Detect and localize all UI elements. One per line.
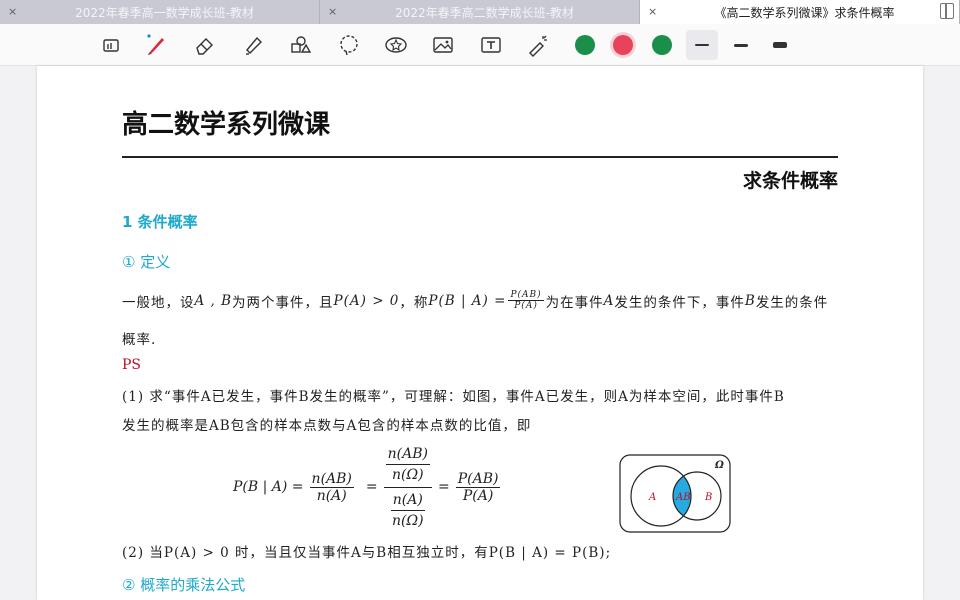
denominator: n(Ω) <box>392 512 424 529</box>
highlighter-icon[interactable] <box>238 30 268 60</box>
screen-icon[interactable] <box>96 30 126 60</box>
numerator: P(AB) <box>455 470 501 488</box>
numerator: n(AB) <box>385 444 430 465</box>
definition-fraction: P(AB) P(A) <box>508 290 544 311</box>
subsection-multiplication-rule: ② 概率的乘法公式 <box>122 576 246 594</box>
text: 为两个事件，且 <box>232 294 334 311</box>
text-icon[interactable] <box>476 30 506 60</box>
ps-label: PS <box>122 357 142 373</box>
tab-bar: × 2022年春季高一数学成长班-教材 × 2022年春季高二数学成长班-教材 … <box>0 0 960 24</box>
a-label: A <box>648 492 656 503</box>
eraser-icon[interactable] <box>190 30 220 60</box>
definition-line-2: 概率. <box>122 332 157 348</box>
numerator: n(A) <box>390 490 425 511</box>
note-1-line-2: 发生的概率是AB包含的样本点数与A包含的样本点数的比值，即 <box>122 418 532 434</box>
subsection-definition: ① 定义 <box>122 253 171 271</box>
tab-title: 2022年春季高一数学成长班-教材 <box>75 5 254 20</box>
ab-label: AB <box>675 492 691 503</box>
omega-label: Ω <box>714 460 724 471</box>
numerator: n(AB) <box>309 470 354 488</box>
venn-diagram: Ω A AB B <box>619 454 731 533</box>
annotation-toolbar <box>0 24 960 66</box>
math-B: B <box>744 292 756 309</box>
image-icon[interactable] <box>428 30 458 60</box>
math-A: A <box>603 292 615 309</box>
b-label: B <box>704 492 712 503</box>
shapes-icon[interactable] <box>285 30 315 60</box>
color-green-swatch[interactable] <box>575 35 595 55</box>
equals-sign: = <box>365 479 378 495</box>
close-icon[interactable]: × <box>648 5 657 18</box>
text: 为在事件 <box>545 294 604 311</box>
compound-denominator: n(A) n(Ω) <box>388 488 428 533</box>
page-title: 高二数学系列微课 <box>122 110 331 140</box>
pen-icon[interactable] <box>141 30 171 60</box>
conditional-probability-formula: P(B | A) = n(AB) n(A) = n(AB) n(Ω) n(A) … <box>233 442 501 533</box>
stroke-thick-button[interactable] <box>764 30 796 60</box>
text: ，称 <box>399 294 429 311</box>
sidebar-toggle-icon[interactable] <box>940 3 954 19</box>
sticker-icon[interactable] <box>381 30 411 60</box>
tab-title: 《高二数学系列微课》求条件概率 <box>714 5 895 20</box>
formula-probability-ratio: P(AB) P(A) <box>455 470 501 504</box>
formula-count-ratio: n(AB) n(A) <box>309 470 354 504</box>
tab-grade11[interactable]: × 2022年春季高二数学成长班-教材 <box>320 0 640 24</box>
inner-fraction-top: n(AB) n(Ω) <box>385 444 430 485</box>
tab-grade10[interactable]: × 2022年春季高一数学成长班-教材 <box>0 0 320 24</box>
text: 一般地，设 <box>122 294 195 311</box>
title-rule <box>122 156 838 158</box>
note-2: (2) 当P(A) > 0 时，当且仅当事件A与B相互独立时，有P(B | A)… <box>122 545 612 561</box>
stroke-medium-button[interactable] <box>725 30 757 60</box>
text: 发生的条件 <box>755 294 829 311</box>
equals-sign: = <box>437 479 450 495</box>
close-icon[interactable]: × <box>328 5 337 18</box>
denominator: n(A) <box>316 487 347 504</box>
math-AB: A , B <box>194 292 233 309</box>
tab-title: 2022年春季高二数学成长班-教材 <box>395 5 574 20</box>
formula-compound-fraction: n(AB) n(Ω) n(A) n(Ω) <box>383 442 432 533</box>
compound-numerator: n(AB) n(Ω) <box>383 442 432 488</box>
laser-pointer-icon[interactable] <box>523 30 553 60</box>
fraction-numerator: P(AB) <box>508 290 544 301</box>
formula-lhs: P(B | A) = <box>233 479 304 495</box>
text: 发生的条件下，事件 <box>614 294 745 311</box>
definition-line-1: 一般地，设 A , B 为两个事件，且 P(A) > 0 ，称 P(B | A)… <box>122 290 828 311</box>
inner-fraction-bottom: n(A) n(Ω) <box>390 490 426 531</box>
math-PBgA: P(B | A) = <box>428 292 507 309</box>
stroke-thin-button[interactable] <box>686 30 718 60</box>
lasso-icon[interactable] <box>334 30 364 60</box>
close-icon[interactable]: × <box>8 5 17 18</box>
color-green-swatch-2[interactable] <box>652 35 672 55</box>
denominator: P(A) <box>462 487 494 504</box>
note-1-line-1: (1) 求“事件A已发生，事件B发生的概率”，可理解：如图，事件A已发生，则A为… <box>122 389 785 405</box>
fraction-denominator: P(A) <box>514 301 538 311</box>
section-heading: 1 条件概率 <box>122 213 198 231</box>
color-red-swatch[interactable] <box>613 35 633 55</box>
math-PA-positive: P(A) > 0 <box>333 292 400 309</box>
denominator: n(Ω) <box>392 466 424 483</box>
page-subtitle: 求条件概率 <box>742 170 838 192</box>
tab-conditional-probability[interactable]: × 《高二数学系列微课》求条件概率 <box>640 0 960 24</box>
